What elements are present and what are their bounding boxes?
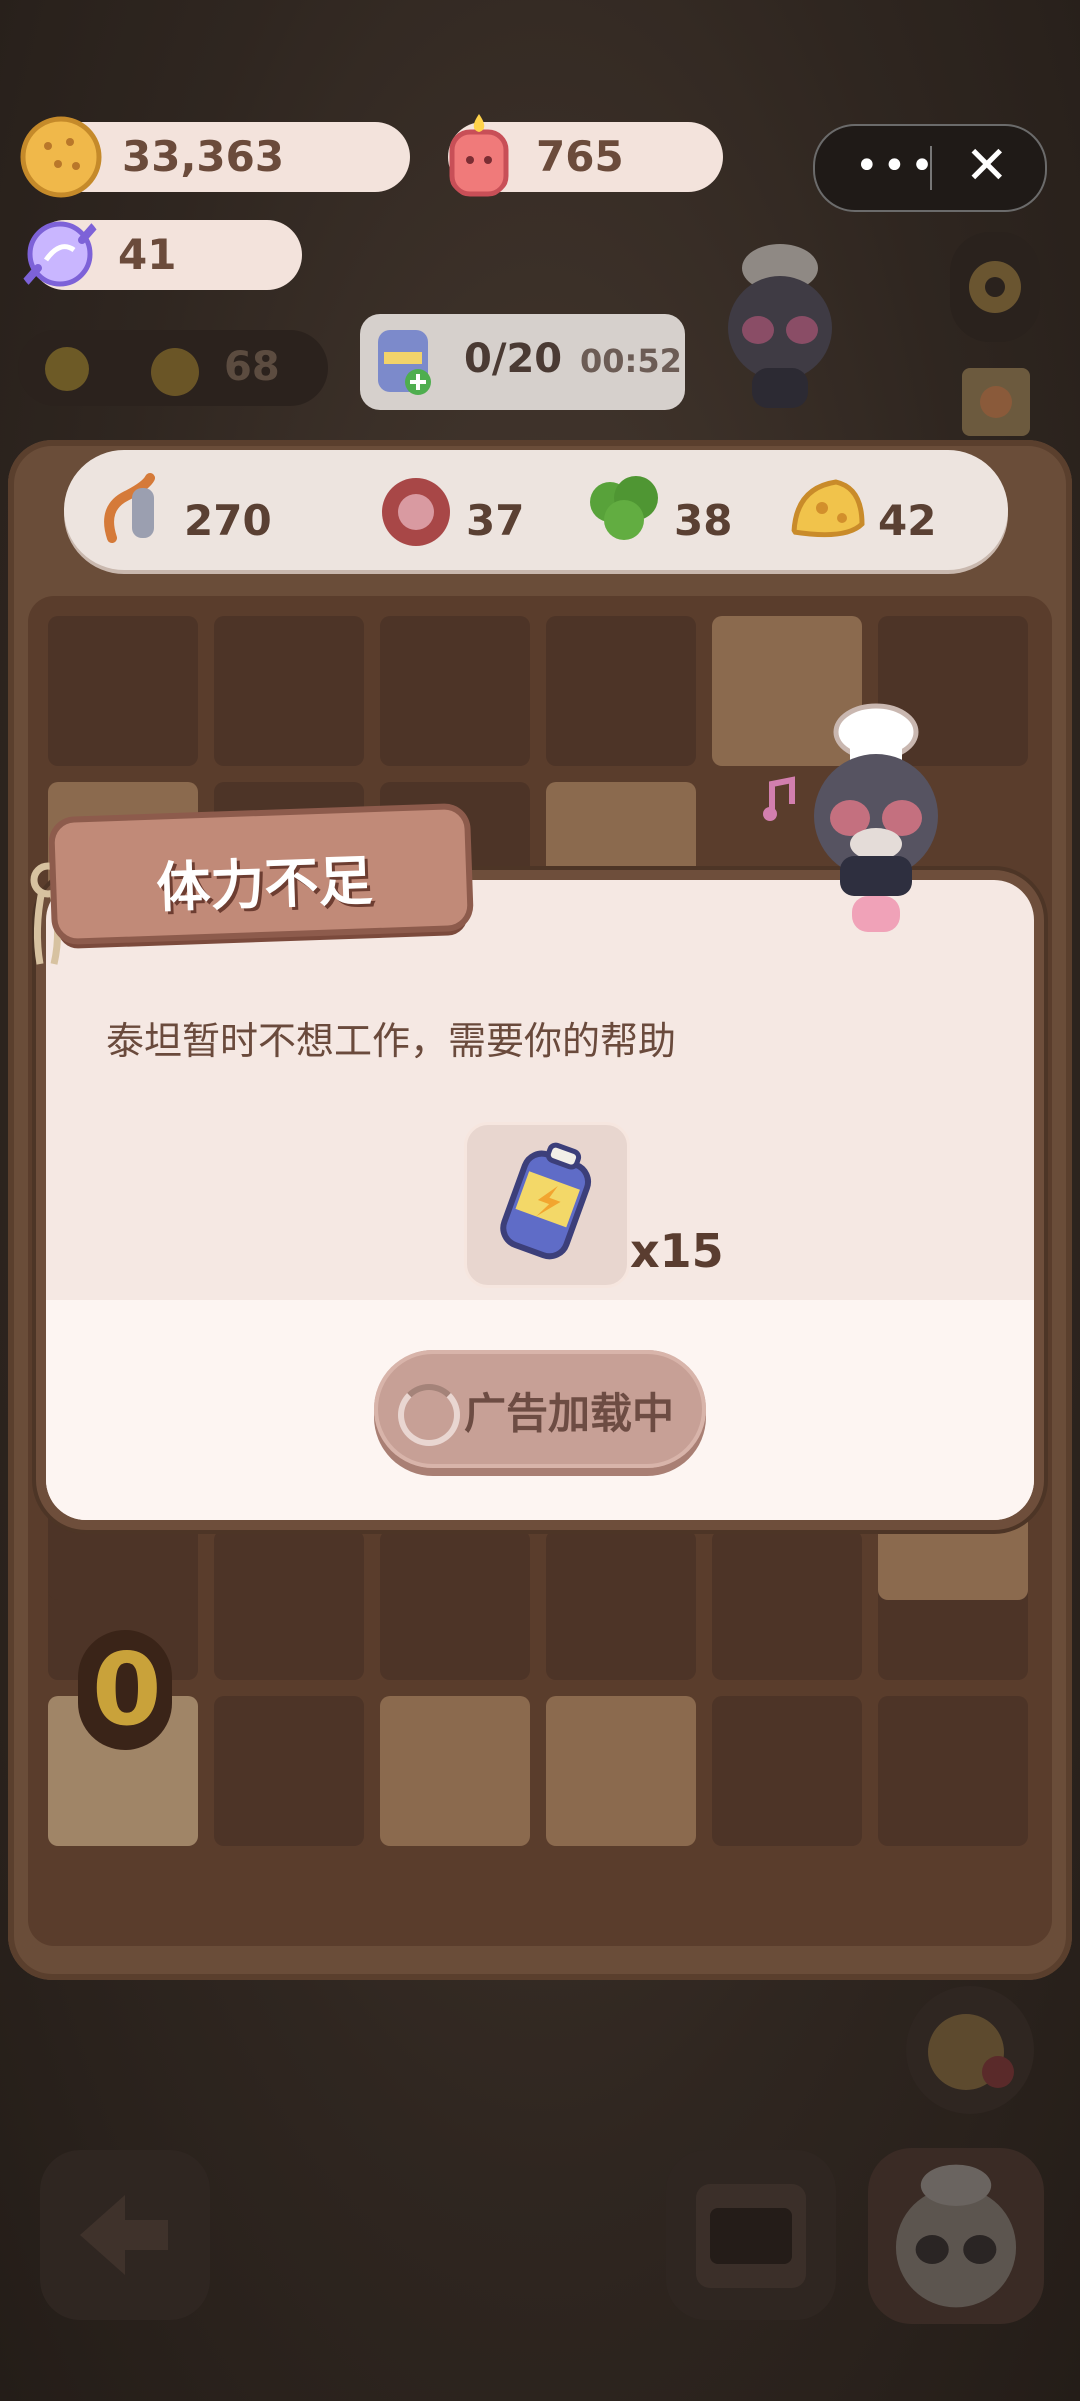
flour-count: 270 bbox=[184, 496, 272, 545]
sun-status[interactable]: 68 bbox=[18, 330, 328, 406]
broccoli-count: 38 bbox=[674, 496, 733, 545]
cheese-count: 42 bbox=[878, 496, 937, 545]
grid-cell[interactable] bbox=[214, 1696, 364, 1846]
meat-icon bbox=[382, 478, 450, 546]
dialog-title-tag: 体力不足 bbox=[54, 808, 468, 940]
ingredient-bar: 270 37 38 42 bbox=[64, 450, 1008, 570]
capsule-divider bbox=[930, 146, 932, 190]
grid-cell[interactable] bbox=[712, 1696, 862, 1846]
orders-timer: 00:52 bbox=[580, 342, 682, 380]
gems-pill[interactable]: 765 bbox=[448, 114, 723, 197]
cookie-icon bbox=[20, 116, 102, 198]
ring-item-value: 0 bbox=[92, 1631, 162, 1748]
recipe-card-icon[interactable] bbox=[956, 362, 1036, 442]
ad-button-label: 广告加载中 bbox=[464, 1389, 675, 1438]
board-ring-item[interactable]: 0 bbox=[78, 1630, 172, 1750]
dialog-message: 泰坦暂时不想工作，需要你的帮助 bbox=[106, 1019, 677, 1063]
flour-sugar-icon bbox=[104, 473, 155, 543]
grid-cell[interactable] bbox=[380, 1530, 530, 1680]
broccoli-icon bbox=[590, 476, 658, 540]
battery-add-icon bbox=[378, 330, 431, 395]
sun-icon bbox=[45, 347, 89, 391]
grid-cell[interactable] bbox=[878, 1696, 1028, 1846]
grid-cell[interactable] bbox=[48, 616, 198, 766]
candy-icon bbox=[20, 220, 100, 288]
grid-cell[interactable] bbox=[380, 1696, 530, 1846]
gear-icon[interactable] bbox=[950, 232, 1040, 342]
grid-cell[interactable] bbox=[546, 1530, 696, 1680]
raccoon-gamer-icon bbox=[814, 703, 938, 932]
low-stamina-dialog: 泰坦暂时不想工作，需要你的帮助 x15 广告加载中 bbox=[46, 880, 1034, 1520]
reward-quantity: x15 bbox=[630, 1224, 724, 1278]
cheese-icon bbox=[791, 479, 865, 538]
chick-icon bbox=[151, 348, 199, 396]
grid-cell[interactable] bbox=[214, 1530, 364, 1680]
sun-level: 68 bbox=[224, 344, 280, 390]
gems-value: 765 bbox=[536, 132, 624, 181]
grid-cell[interactable] bbox=[214, 616, 364, 766]
raccoon-chef-icon bbox=[728, 244, 832, 408]
candy-value: 41 bbox=[118, 230, 177, 279]
candy-pill[interactable]: 41 bbox=[20, 220, 302, 290]
grid-cell[interactable] bbox=[712, 1530, 862, 1680]
reward-item-box bbox=[464, 1122, 630, 1288]
meat-count: 37 bbox=[466, 496, 525, 545]
close-icon[interactable]: ✕ bbox=[965, 138, 1009, 194]
music-note-icon bbox=[763, 776, 795, 821]
order-status[interactable]: 0/20 00:52 bbox=[360, 314, 685, 410]
oven-button[interactable] bbox=[666, 2150, 836, 2320]
miniprogram-capsule: ••• ✕ bbox=[813, 124, 1047, 212]
grid-cell[interactable] bbox=[380, 616, 530, 766]
orders-count: 0/20 bbox=[464, 336, 563, 382]
side-event-icon[interactable] bbox=[900, 1980, 1040, 2120]
chef-raccoon-button[interactable] bbox=[868, 2148, 1044, 2324]
watch-ad-button[interactable]: 广告加载中 bbox=[374, 1350, 706, 1468]
more-icon[interactable]: ••• bbox=[855, 146, 938, 186]
battery-icon bbox=[500, 1142, 592, 1260]
grid-cell[interactable] bbox=[546, 616, 696, 766]
grid-cell[interactable] bbox=[546, 1696, 696, 1846]
candle-icon bbox=[449, 114, 509, 197]
back-button[interactable] bbox=[40, 2150, 210, 2320]
loading-spinner-icon bbox=[398, 1384, 460, 1446]
dialog-title: 体力不足 bbox=[155, 849, 374, 920]
coins-pill[interactable]: 33,363 bbox=[20, 116, 410, 198]
coins-value: 33,363 bbox=[122, 132, 285, 181]
